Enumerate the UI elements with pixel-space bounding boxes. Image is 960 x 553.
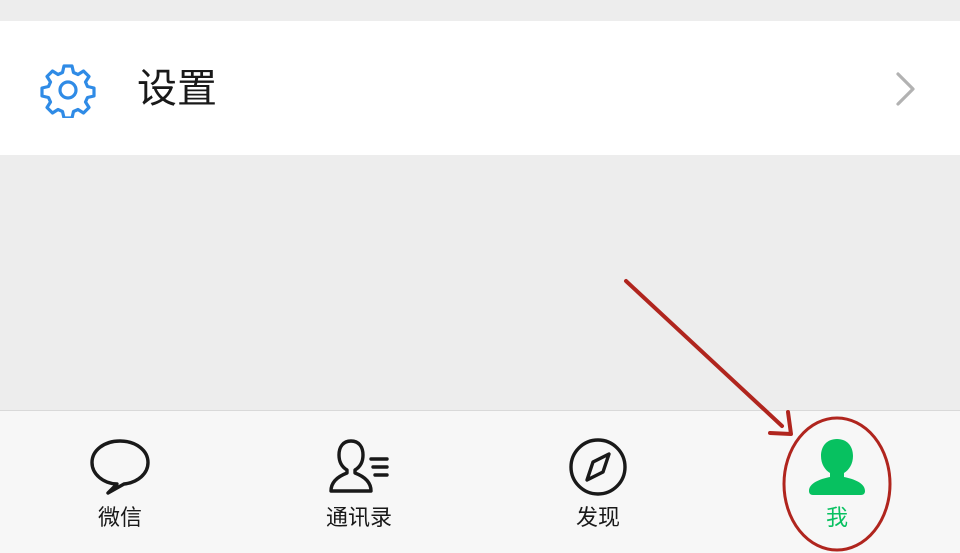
person-icon — [809, 439, 865, 495]
tab-discover[interactable]: 发现 — [518, 411, 678, 553]
tab-label-chats: 微信 — [97, 506, 142, 531]
chevron-right-icon — [896, 72, 915, 106]
tab-label-discover: 发现 — [575, 506, 620, 531]
bottom-tab-bar: 微信 通讯录 发现 我 — [0, 410, 960, 553]
contacts-icon — [329, 439, 389, 493]
tab-me[interactable]: 我 — [757, 411, 917, 553]
tab-chats[interactable]: 微信 — [40, 411, 200, 553]
settings-row[interactable]: 设置 — [0, 21, 960, 155]
annotation-arrow — [624, 279, 784, 428]
tab-label-me: 我 — [825, 506, 848, 531]
settings-label: 设置 — [137, 66, 217, 112]
gear-icon — [40, 64, 96, 118]
compass-icon — [569, 438, 627, 496]
tab-label-contacts: 通讯录 — [325, 506, 392, 531]
tab-contacts[interactable]: 通讯录 — [279, 411, 439, 553]
chat-bubble-icon — [90, 439, 150, 495]
me-page: 设置 微信 通讯录 发现 我 — [0, 0, 960, 553]
